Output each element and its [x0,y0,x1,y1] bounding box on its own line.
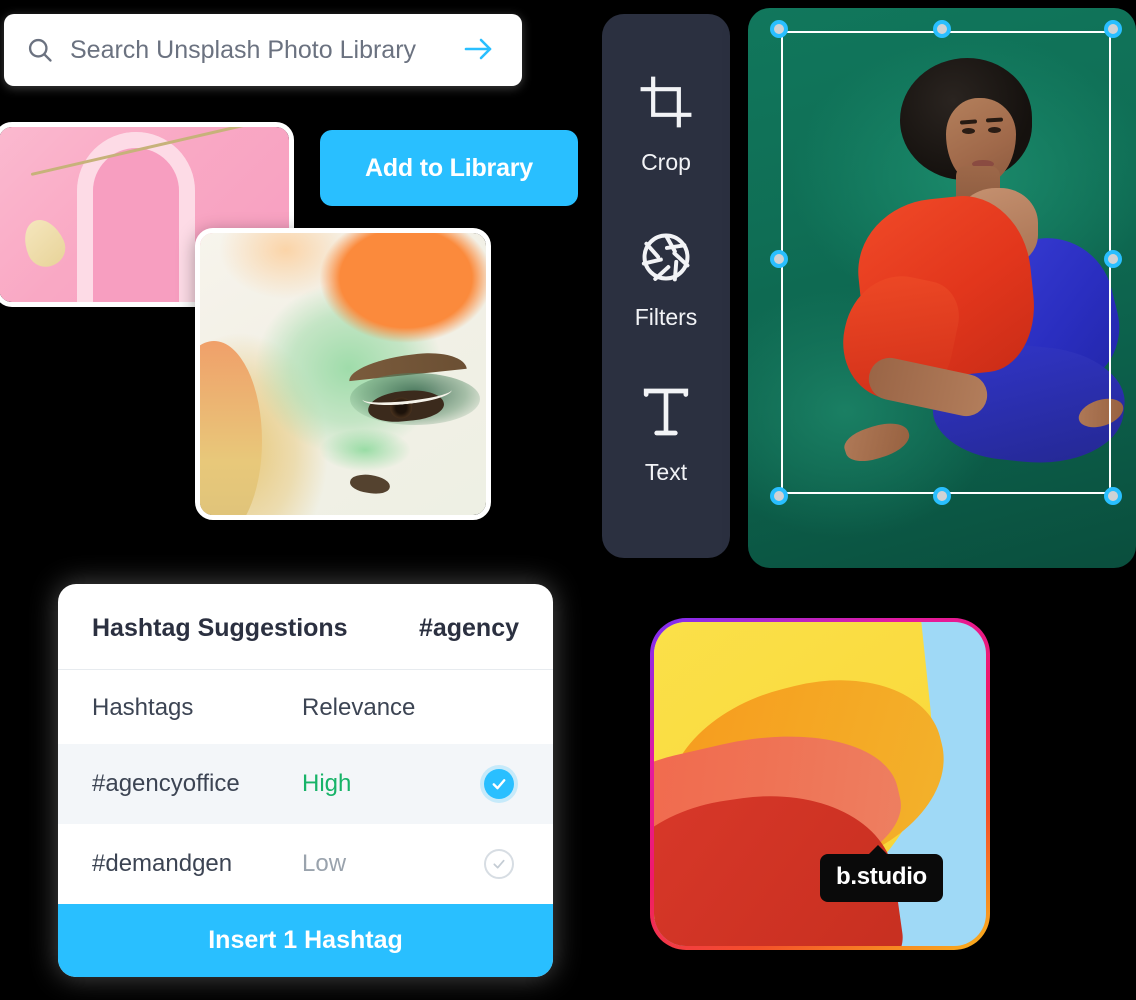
selection-handle-bottom-left[interactable] [770,487,788,505]
tool-text-label: Text [644,458,688,485]
hashtag-panel-header: Hashtag Suggestions #agency [58,584,553,670]
hashtag-select-cell[interactable] [479,769,519,799]
hashtag-relevance: High [302,770,352,797]
green-orange-face-photo[interactable] [195,228,491,520]
tool-crop[interactable]: Crop [638,74,694,176]
tool-text[interactable]: Text [638,384,694,486]
table-row[interactable]: #demandgen Low [58,824,553,904]
search-icon [26,36,54,64]
hashtag-name: #agencyoffice [92,770,240,797]
tool-filters-label: Filters [634,303,698,330]
editor-toolbar: Crop Filters Text [602,14,730,558]
face-photo-art [200,233,486,515]
cheek-shape [320,429,410,471]
check-circle-filled-icon[interactable] [484,769,514,799]
add-to-library-button[interactable]: Add to Library [320,130,578,206]
selection-handle-middle-left[interactable] [770,249,788,268]
tool-filters[interactable]: Filters [634,229,698,331]
text-t-icon [638,384,694,443]
flower-bud [16,213,72,273]
face-edge-shape [200,341,262,515]
selection-handle-bottom-center[interactable] [933,487,951,505]
hashtag-name: #demandgen [92,850,233,877]
selection-handle-top-right[interactable] [1104,20,1122,38]
editor-canvas[interactable] [748,8,1136,568]
table-row[interactable]: #agencyoffice High [58,744,553,824]
selection-handle-top-center[interactable] [933,20,951,38]
selection-handle-bottom-right[interactable] [1104,487,1122,505]
brand-badge: b.studio [820,845,943,902]
arch-inner-shape [93,148,179,302]
hashtag-suggestions-panel: Hashtag Suggestions #agency Hashtags Rel… [58,584,553,977]
crop-icon [638,74,694,133]
column-header-relevance: Relevance [302,694,416,721]
selection-handle-top-left[interactable] [770,20,788,38]
arrow-right-icon [462,36,496,65]
hashtag-table-header: Hashtags Relevance [58,670,553,744]
check-circle-outline-icon[interactable] [484,849,514,879]
aperture-icon [638,229,694,288]
search-bar[interactable] [4,14,522,86]
insert-hashtag-button[interactable]: Insert 1 Hashtag [58,904,553,977]
tool-crop-label: Crop [641,149,691,176]
hashtag-relevance: Low [302,850,347,877]
selection-frame [770,20,1122,505]
column-header-hashtags: Hashtags [92,694,194,721]
selection-handle-middle-right[interactable] [1104,249,1122,268]
brand-artwork: b.studio [654,622,986,946]
hashtag-current-tag: #agency [418,614,519,642]
search-submit-button[interactable] [458,36,500,65]
brand-artwork-card[interactable]: b.studio [650,618,990,950]
hashtag-panel-title: Hashtag Suggestions [92,614,348,642]
hashtag-select-cell[interactable] [479,849,519,879]
search-input[interactable] [70,35,458,65]
nostril-shape [348,472,392,496]
